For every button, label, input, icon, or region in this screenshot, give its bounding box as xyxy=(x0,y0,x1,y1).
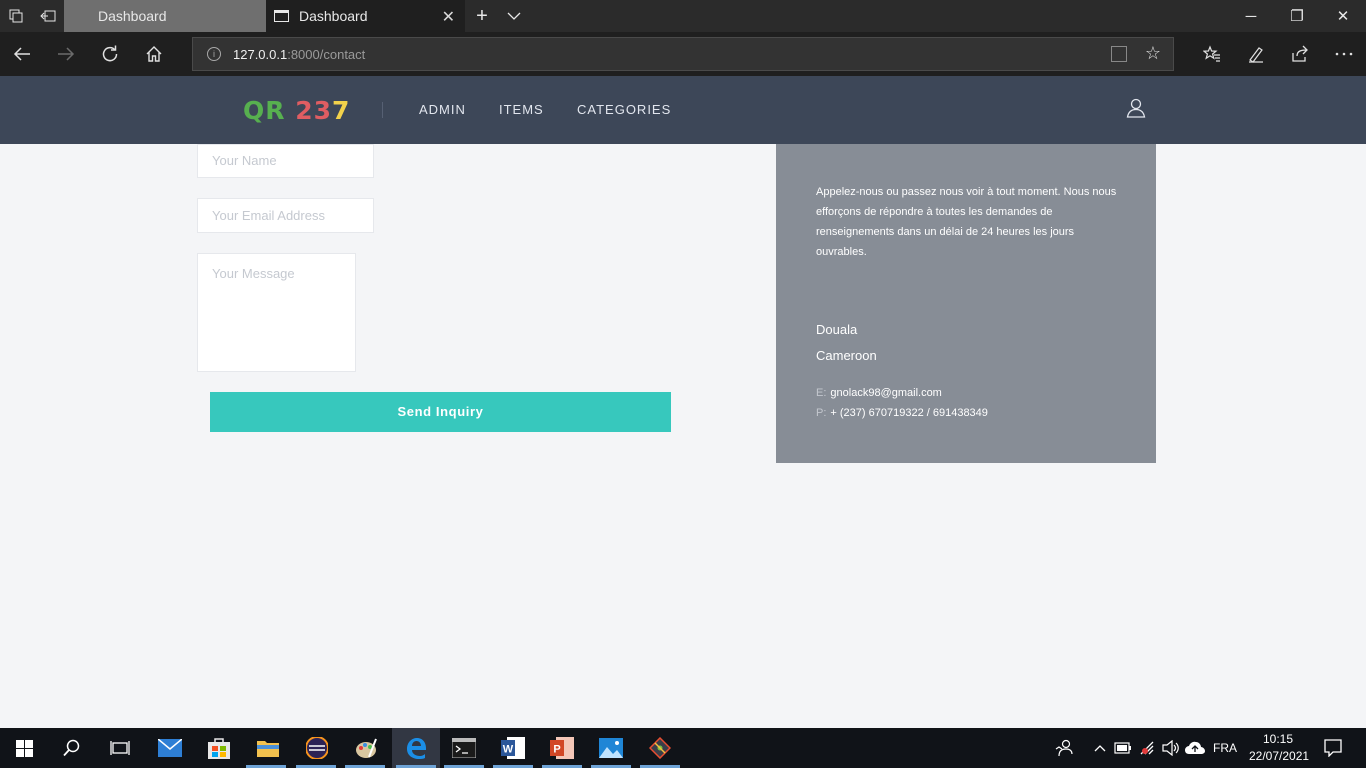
input-language-indicator[interactable]: FRA xyxy=(1213,741,1237,755)
search-icon[interactable] xyxy=(60,736,84,760)
share-icon[interactable] xyxy=(1288,42,1312,66)
site-info-icon[interactable]: i xyxy=(207,47,221,61)
name-field[interactable]: Your Name xyxy=(197,144,374,178)
forward-arrow-icon[interactable] xyxy=(54,42,78,66)
message-field[interactable]: Your Message xyxy=(197,253,356,372)
contact-email[interactable]: gnolack98@gmail.com xyxy=(830,387,941,399)
email-label: E: xyxy=(816,387,827,399)
pen-icon[interactable] xyxy=(1244,42,1268,66)
tab-dashboard-1[interactable]: Dashboard xyxy=(64,0,266,32)
onedrive-cloud-icon[interactable] xyxy=(1183,736,1207,760)
set-tabs-aside-icon[interactable] xyxy=(32,0,64,32)
tab-sets-icon[interactable] xyxy=(0,0,32,32)
reading-view-icon[interactable] xyxy=(1111,46,1127,62)
battery-icon[interactable] xyxy=(1111,736,1135,760)
email-field[interactable]: Your Email Address xyxy=(197,198,374,233)
minimize-button[interactable]: ─ xyxy=(1228,0,1274,32)
tab-close-icon[interactable]: ✕ xyxy=(442,7,455,27)
nav-link-admin[interactable]: ADMIN xyxy=(419,102,466,117)
tab-label: Dashboard xyxy=(299,8,368,24)
contact-phone-line: P: + (237) 670719322 / 691438349 xyxy=(816,407,988,419)
contact-email-line: E: gnolack98@gmail.com xyxy=(816,387,942,399)
clock-time[interactable]: 10:15 xyxy=(1263,732,1293,746)
home-icon[interactable] xyxy=(142,42,166,66)
browser-tab-strip: Dashboard Dashboard ✕ + ─ ❐ ✕ xyxy=(0,0,1366,32)
page-icon xyxy=(274,10,289,22)
address-city: Douala xyxy=(816,322,858,337)
clock-date[interactable]: 22/07/2021 xyxy=(1249,749,1309,763)
site-header: QR 237 ADMIN ITEMS CATEGORIES xyxy=(0,76,1366,144)
back-arrow-icon[interactable] xyxy=(10,42,34,66)
favorite-star-icon[interactable]: ☆ xyxy=(1145,43,1161,64)
people-icon[interactable] xyxy=(1052,736,1076,760)
logo-divider xyxy=(382,102,383,118)
restore-button[interactable]: ❐ xyxy=(1274,0,1320,32)
start-windows-icon[interactable] xyxy=(12,736,36,760)
more-icon[interactable] xyxy=(1332,42,1356,66)
tab-menu-chevron-icon[interactable] xyxy=(502,4,526,28)
git-app-icon[interactable] xyxy=(648,736,672,760)
tab-label: Dashboard xyxy=(98,8,167,24)
send-inquiry-button[interactable]: Send Inquiry xyxy=(210,392,671,432)
powerpoint-app-icon[interactable]: P xyxy=(550,736,574,760)
logo-part-7: 7 xyxy=(332,96,351,125)
address-country: Cameroon xyxy=(816,348,877,363)
chevron-up-icon[interactable] xyxy=(1088,736,1112,760)
url-path: :8000/contact xyxy=(287,46,366,62)
network-disconnected-icon[interactable] xyxy=(1136,736,1160,760)
logo-part-qr: QR xyxy=(243,96,296,125)
refresh-icon[interactable] xyxy=(98,42,122,66)
name-placeholder: Your Name xyxy=(212,153,277,168)
store-app-icon[interactable] xyxy=(207,736,231,760)
eclipse-app-icon[interactable] xyxy=(305,736,329,760)
mail-app-icon[interactable] xyxy=(158,736,182,760)
new-tab-button[interactable]: + xyxy=(470,4,494,28)
volume-icon[interactable] xyxy=(1159,736,1183,760)
nav-link-categories[interactable]: CATEGORIES xyxy=(577,102,671,117)
contact-info-panel: Appelez-nous ou passez nous voir à tout … xyxy=(776,144,1156,463)
photos-app-icon[interactable] xyxy=(599,736,623,760)
favorites-icon[interactable] xyxy=(1200,42,1224,66)
url-host: 127.0.0.1 xyxy=(233,46,288,62)
word-app-icon[interactable]: W xyxy=(501,736,525,760)
paint-app-icon[interactable] xyxy=(354,736,378,760)
logo-part-23: 23 xyxy=(295,96,333,125)
address-bar[interactable]: i 127.0.0.1 :8000/contact ☆ xyxy=(192,37,1174,71)
email-placeholder: Your Email Address xyxy=(212,208,325,223)
contact-info-text: Appelez-nous ou passez nous voir à tout … xyxy=(816,186,1117,258)
svg-text:W: W xyxy=(503,744,514,756)
tab-dashboard-2[interactable]: Dashboard ✕ xyxy=(266,0,465,32)
user-account-icon[interactable] xyxy=(1126,98,1146,118)
file-explorer-icon[interactable] xyxy=(256,736,280,760)
task-view-icon[interactable] xyxy=(108,736,132,760)
windows-taskbar: W P FRA 10:15 22/07/2021 xyxy=(0,728,1366,768)
close-window-button[interactable]: ✕ xyxy=(1320,0,1366,32)
edge-browser-icon[interactable] xyxy=(404,736,428,760)
message-placeholder: Your Message xyxy=(212,266,295,281)
site-logo[interactable]: QR 237 xyxy=(243,96,350,125)
browser-toolbar: i 127.0.0.1 :8000/contact ☆ xyxy=(0,32,1366,76)
svg-text:P: P xyxy=(553,744,560,756)
nav-link-items[interactable]: ITEMS xyxy=(499,102,544,117)
contact-phone: + (237) 670719322 / 691438349 xyxy=(830,407,988,419)
terminal-app-icon[interactable] xyxy=(452,736,476,760)
phone-label: P: xyxy=(816,407,827,419)
action-center-icon[interactable] xyxy=(1321,736,1345,760)
